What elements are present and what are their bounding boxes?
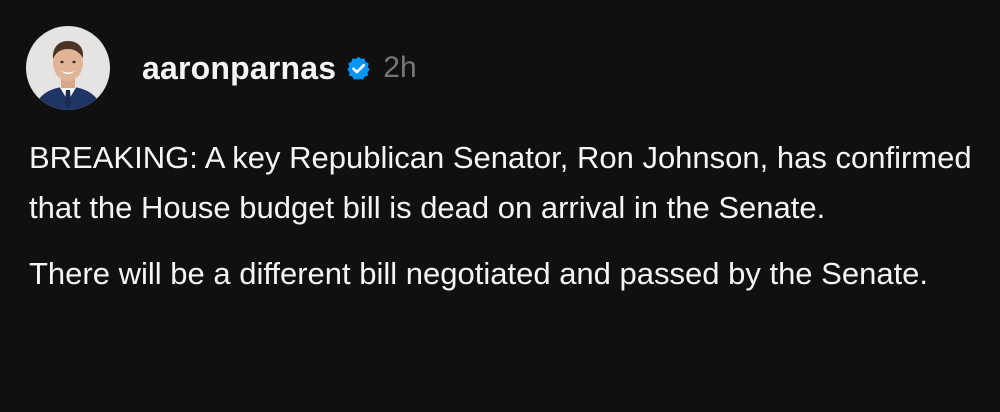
author-username[interactable]: aaronparnas xyxy=(142,50,336,87)
post-paragraph: BREAKING: A key Republican Senator, Ron … xyxy=(29,140,972,225)
post-header: aaronparnas 2h xyxy=(26,26,417,110)
avatar[interactable] xyxy=(26,26,110,110)
post-timestamp[interactable]: 2h xyxy=(383,51,416,85)
post-body: BREAKING: A key Republican Senator, Ron … xyxy=(29,133,979,299)
post: aaronparnas 2h BREAKING: A key Republica… xyxy=(0,0,1000,412)
verified-badge-icon xyxy=(345,55,372,82)
avatar-image xyxy=(26,26,110,110)
post-paragraph: There will be a different bill negotiate… xyxy=(29,256,929,291)
